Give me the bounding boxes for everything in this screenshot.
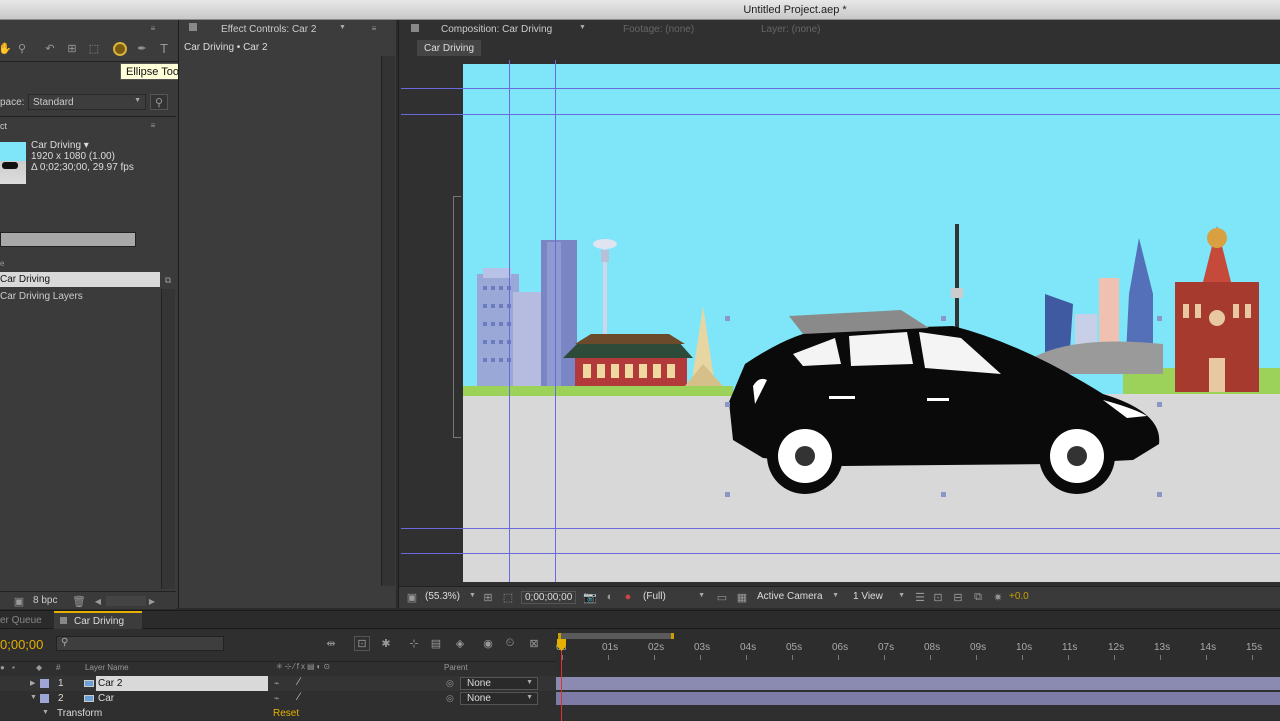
reset-link[interactable]: Reset — [273, 708, 299, 719]
transform-label: Transform — [57, 708, 103, 719]
parent-value: None — [467, 678, 491, 689]
layer-number: 1 — [58, 678, 64, 689]
ruler-tick-label: 07s — [878, 642, 895, 653]
ruler-tick-mark — [1160, 655, 1161, 660]
timeline-panel: er Queue Car Driving 0;00;00 ⚲ ⇹ ⊡ ✱ ⊹ ▤… — [0, 610, 1280, 721]
ruler-tick-label: 02s — [648, 642, 665, 653]
layer-name-field[interactable]: Car 2 — [96, 676, 268, 691]
layer-duration-bar[interactable] — [556, 692, 1280, 705]
shy-switch-icon[interactable]: ⌁ — [274, 678, 279, 689]
ruler-tick-mark — [1068, 655, 1069, 660]
layer-row[interactable]: ▶ 1 Car 2 ⌁ ⁄ ◎ None ▼ — [0, 676, 556, 691]
ruler-tick-label: 04s — [740, 642, 757, 653]
ruler-tick-mark — [608, 655, 609, 660]
ruler-tick-mark — [930, 655, 931, 660]
chevron-down-icon: ▼ — [526, 679, 533, 686]
ruler-tick-mark — [562, 655, 563, 660]
collapse-triangle-icon[interactable]: ▼ — [30, 694, 37, 701]
ruler-tick-mark — [746, 655, 747, 660]
pick-whip-icon[interactable]: ◎ — [446, 693, 454, 704]
ruler-tick-label: 03s — [694, 642, 711, 653]
ruler-tick-label: 06s — [832, 642, 849, 653]
ruler-tick-mark — [1206, 655, 1207, 660]
parent-select[interactable]: None ▼ — [460, 677, 538, 690]
pick-whip-icon[interactable]: ◎ — [446, 678, 454, 689]
parent-value: None — [467, 693, 491, 704]
ruler-tick-label: 08s — [924, 642, 941, 653]
layer-duration-bar[interactable] — [556, 677, 1280, 690]
collapse-triangle-icon[interactable]: ▼ — [42, 709, 49, 716]
ruler-tick-mark — [1252, 655, 1253, 660]
layer-number: 2 — [58, 693, 64, 704]
pen-icon[interactable]: ⁄ — [298, 676, 300, 688]
chevron-down-icon: ▼ — [526, 694, 533, 701]
ruler-tick-mark — [654, 655, 655, 660]
label-color-swatch[interactable] — [40, 679, 49, 688]
layer-name: Car 2 — [98, 678, 123, 689]
ruler-tick-label: 12s — [1108, 642, 1125, 653]
ruler-ticks: 0s01s02s03s04s05s06s07s08s09s10s11s12s13… — [0, 1, 1280, 721]
parent-select[interactable]: None ▼ — [460, 692, 538, 705]
ruler-tick-label: 11s — [1062, 642, 1078, 653]
ruler-tick-label: 01s — [602, 642, 619, 653]
layer-row[interactable]: ▼ 2 Car ⌁ ⁄ ◎ None ▼ — [0, 691, 556, 706]
ruler-tick-label: 10s — [1016, 642, 1033, 653]
label-color-swatch[interactable] — [40, 694, 49, 703]
pen-icon[interactable]: ⁄ — [298, 691, 300, 703]
ruler-tick-mark — [1114, 655, 1115, 660]
shy-switch-icon[interactable]: ⌁ — [274, 693, 279, 704]
ruler-tick-label: 05s — [786, 642, 803, 653]
expand-triangle-icon[interactable]: ▶ — [30, 679, 35, 687]
ruler-tick-mark — [792, 655, 793, 660]
ruler-tick-mark — [1022, 655, 1023, 660]
ruler-tick-label: 13s — [1154, 642, 1171, 653]
ruler-tick-mark — [884, 655, 885, 660]
ruler-tick-mark — [838, 655, 839, 660]
comp-layer-icon — [84, 695, 94, 702]
ruler-tick-mark — [976, 655, 977, 660]
ruler-tick-mark — [700, 655, 701, 660]
ruler-tick-label: 15s — [1246, 642, 1263, 653]
ruler-tick-label: 14s — [1200, 642, 1217, 653]
layer-name[interactable]: Car — [98, 693, 114, 704]
playhead[interactable] — [561, 639, 562, 721]
ruler-tick-label: 09s — [970, 642, 987, 653]
transform-row[interactable]: ▼ Transform Reset — [0, 706, 556, 721]
comp-layer-icon — [84, 680, 94, 687]
